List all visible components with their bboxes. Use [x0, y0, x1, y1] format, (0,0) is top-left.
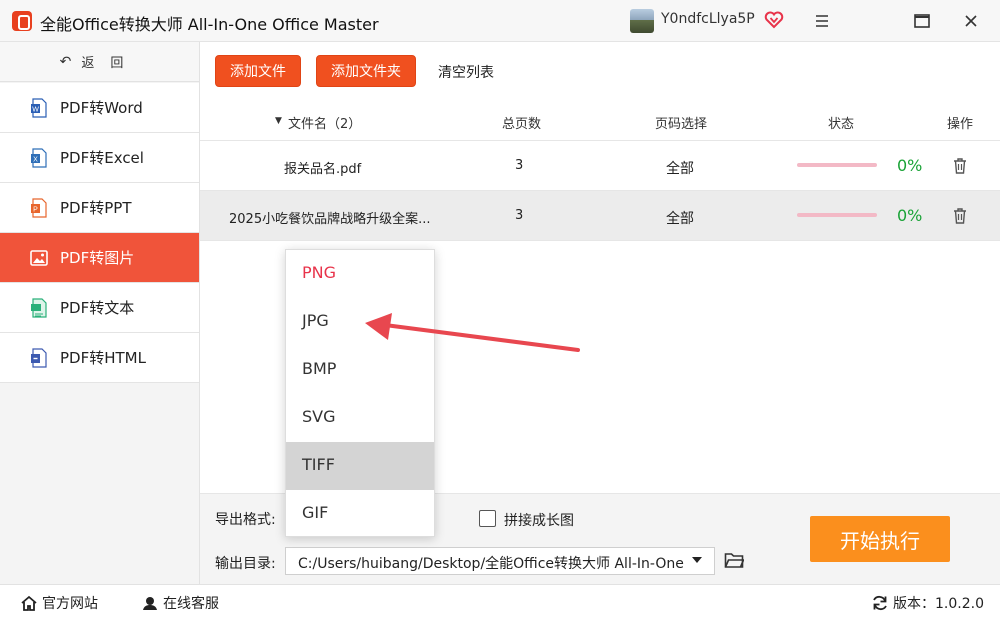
username[interactable]: Y0ndfcLlya5P — [661, 11, 755, 27]
delete-icon[interactable] — [952, 157, 968, 175]
word-doc-icon: W — [31, 97, 47, 118]
row-pages: 3 — [515, 208, 524, 223]
sidebar-item-label: PDF转PPT — [60, 199, 132, 217]
app-logo-icon — [12, 11, 32, 31]
official-site-label: 官方网站 — [42, 596, 98, 612]
avatar[interactable] — [630, 9, 654, 33]
row-filename: 2025小吃餐饮品牌战略升级全案... — [229, 212, 431, 227]
header-pages: 总页数 — [502, 117, 542, 132]
export-format-label: 导出格式: — [215, 512, 276, 528]
back-label: 返回 — [81, 56, 140, 71]
delete-icon[interactable] — [952, 207, 968, 225]
folder-icon[interactable] — [724, 551, 744, 569]
app-window: 全能Office转换大师 All-In-One Office Master Y0… — [0, 0, 1000, 617]
refresh-icon — [873, 595, 887, 611]
merge-long-image-label[interactable]: 拼接成长图 — [504, 510, 574, 530]
online-service-link[interactable]: 在线客服 — [141, 593, 219, 613]
sidebar-item-pdf-to-text[interactable]: PDF转文本 — [0, 283, 199, 333]
output-dir-select[interactable]: C:/Users/huibang/Desktop/全能Office转换大师 Al… — [285, 547, 715, 575]
maximize-icon[interactable] — [911, 10, 933, 32]
sidebar: ↶ 返回 W PDF转Word X PDF转Excel P PDF转PPT PD… — [0, 42, 200, 584]
svg-text:P: P — [33, 206, 38, 213]
header-status: 状态 — [828, 117, 855, 132]
title-bar: 全能Office转换大师 All-In-One Office Master Y0… — [0, 0, 1000, 42]
sidebar-item-pdf-to-ppt[interactable]: P PDF转PPT — [0, 183, 199, 233]
sort-caret-icon[interactable]: ▼ — [275, 116, 282, 126]
back-button[interactable]: ↶ 返回 — [0, 42, 199, 82]
sidebar-item-label: PDF转HTML — [60, 349, 146, 367]
format-option-jpg[interactable]: JPG — [286, 298, 434, 346]
html-doc-icon — [31, 347, 47, 368]
output-dir-value: C:/Users/huibang/Desktop/全能Office转换大师 Al… — [298, 556, 684, 572]
format-option-tiff[interactable]: TIFF — [286, 442, 434, 490]
sidebar-item-pdf-to-html[interactable]: PDF转HTML — [0, 333, 199, 383]
sidebar-item-pdf-to-word[interactable]: W PDF转Word — [0, 83, 199, 133]
sidebar-item-label: PDF转图片 — [60, 249, 135, 267]
table-header: ▼ 文件名（2） 总页数 页码选择 状态 操作 — [200, 101, 1000, 141]
sidebar-item-label: PDF转文本 — [60, 299, 135, 317]
menu-icon[interactable] — [811, 10, 833, 32]
image-doc-icon — [30, 249, 48, 266]
sidebar-item-pdf-to-image[interactable]: PDF转图片 — [0, 233, 199, 283]
format-option-gif[interactable]: GIF — [286, 490, 434, 538]
window-title: 全能Office转换大师 All-In-One Office Master — [40, 15, 379, 34]
output-dir-label: 输出目录: — [215, 556, 276, 572]
format-dropdown: PNG JPG BMP SVG TIFF GIF — [285, 249, 435, 537]
format-option-bmp[interactable]: BMP — [286, 346, 434, 394]
start-button[interactable]: 开始执行 — [810, 516, 950, 562]
progress-percent: 0% — [897, 206, 923, 225]
ppt-doc-icon: P — [31, 197, 47, 218]
header-filename[interactable]: 文件名（2） — [288, 113, 361, 132]
sidebar-item-pdf-to-excel[interactable]: X PDF转Excel — [0, 133, 199, 183]
text-doc-icon — [31, 297, 47, 318]
format-option-png[interactable]: PNG — [286, 250, 434, 298]
home-icon — [21, 595, 37, 611]
add-folder-button[interactable]: 添加文件夹 — [316, 55, 416, 87]
sidebar-item-label: PDF转Excel — [60, 149, 144, 167]
official-site-link[interactable]: 官方网站 — [20, 593, 98, 613]
back-arrow-icon: ↶ — [59, 53, 72, 70]
clear-list-button[interactable]: 清空列表 — [438, 62, 494, 82]
progress-bar — [797, 163, 877, 167]
progress-percent: 0% — [897, 156, 923, 175]
header-page-select: 页码选择 — [655, 117, 708, 132]
status-bar: 官方网站 在线客服 版本：1.0.2.0 — [0, 584, 1000, 617]
excel-doc-icon: X — [31, 147, 47, 168]
chevron-down-icon[interactable] — [692, 557, 702, 563]
merge-long-image-checkbox[interactable] — [479, 510, 496, 527]
svg-text:X: X — [33, 156, 38, 163]
svg-text:W: W — [32, 106, 39, 113]
vip-heart-icon[interactable] — [764, 10, 784, 30]
add-file-button[interactable]: 添加文件 — [215, 55, 301, 87]
row-pages: 3 — [515, 158, 524, 173]
table-row[interactable]: 2025小吃餐饮品牌战略升级全案... 3 全部 0% — [200, 191, 1000, 241]
table-row[interactable]: 报关品名.pdf 3 全部 0% — [200, 141, 1000, 191]
row-page-select[interactable]: 全部 — [666, 208, 694, 228]
close-icon[interactable] — [960, 10, 982, 32]
version-label: 版本：1.0.2.0 — [893, 596, 984, 612]
online-service-label: 在线客服 — [163, 596, 219, 612]
sidebar-item-label: PDF转Word — [60, 99, 143, 117]
version-info[interactable]: 版本：1.0.2.0 — [871, 593, 984, 613]
headset-icon — [143, 597, 157, 610]
format-option-svg[interactable]: SVG — [286, 394, 434, 442]
row-filename: 报关品名.pdf — [284, 162, 362, 177]
row-page-select[interactable]: 全部 — [666, 158, 694, 178]
progress-bar — [797, 213, 877, 217]
header-actions: 操作 — [947, 117, 974, 132]
